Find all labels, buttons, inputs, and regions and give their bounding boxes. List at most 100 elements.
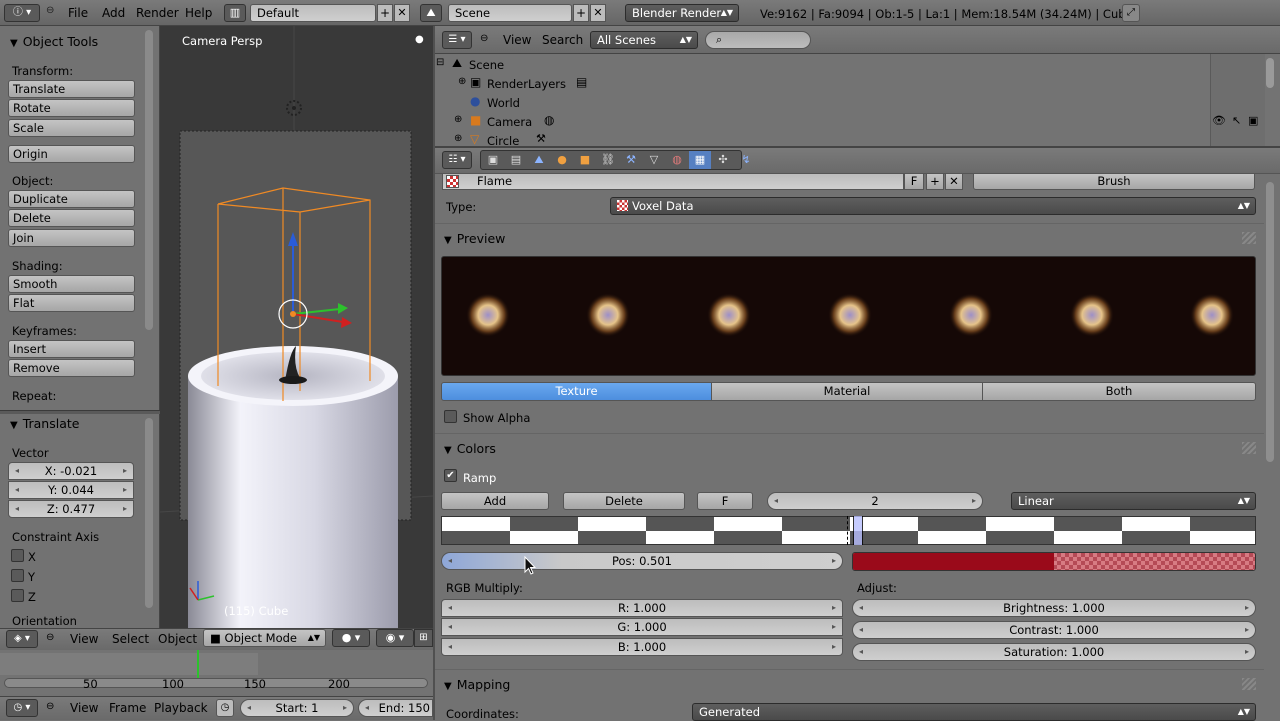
particles-tab-icon[interactable]: ✣ (712, 151, 734, 169)
render-layers-tab-icon[interactable]: ▤ (505, 151, 527, 169)
origin-button[interactable]: Origin (8, 145, 135, 163)
data-tab-icon[interactable]: ▽ (643, 151, 665, 169)
multiply-r-field[interactable]: ◂ R: 1.000 ▸ (441, 599, 843, 617)
outliner-row-camera[interactable]: ⊕ ■ Camera ◍ (436, 113, 1206, 131)
menu-add[interactable]: Add (102, 0, 125, 26)
screen-layout-icon[interactable]: ▥ (224, 4, 246, 22)
unlink-texture-icon[interactable]: ✕ (945, 174, 963, 190)
translate-button[interactable]: Translate (8, 80, 135, 98)
toolshelf-scrollbar[interactable] (145, 30, 153, 330)
rotate-button[interactable]: Rotate (8, 99, 135, 117)
brightness-field[interactable]: ◂ Brightness: 1.000 ▸ (852, 599, 1256, 617)
material-tab-icon[interactable]: ◍ (666, 151, 688, 169)
physics-tab-icon[interactable]: ↯ (735, 151, 757, 169)
insert-keyframe-button[interactable]: Insert (8, 340, 135, 358)
constraint-x-checkbox[interactable] (11, 549, 24, 562)
ramp-flip-button[interactable]: F (697, 492, 753, 510)
toggle-properties-icon[interactable]: ● (415, 34, 424, 45)
remove-scene-icon[interactable]: ✕ (590, 4, 606, 22)
delete-button[interactable]: Delete (8, 209, 135, 227)
timeline-scrollbar[interactable] (4, 678, 428, 688)
viewport-menu-select[interactable]: Select (112, 626, 149, 652)
viewport-editor-type-button[interactable]: ◈ ▾ (6, 630, 38, 648)
add-screen-icon[interactable]: + (377, 4, 393, 22)
pivot-point-button[interactable]: ◉ ▾ (376, 629, 414, 647)
viewport-shading-button[interactable]: ● ▾ (332, 629, 370, 647)
contrast-field[interactable]: ◂ Contrast: 1.000 ▸ (852, 621, 1256, 639)
expand-icon[interactable]: ⊕ (454, 133, 462, 144)
ramp-active-index-field[interactable]: ◂ 2 ▸ (767, 492, 983, 510)
outliner-menu-view[interactable]: View (503, 27, 531, 53)
fullscreen-icon[interactable]: ⤢ (1122, 4, 1140, 22)
panel-drag-handle-icon[interactable] (1242, 232, 1256, 244)
texture-datablock[interactable]: Flame (442, 174, 904, 190)
timeline-menu-playback[interactable]: Playback (154, 695, 208, 721)
viewport-collapse-icon[interactable]: ⊖ (46, 632, 54, 643)
vector-y-field[interactable]: ◂ Y: 0.044 ▸ (8, 481, 134, 499)
timeline-collapse-icon[interactable]: ⊖ (46, 701, 54, 712)
manipulator-button[interactable]: ⊞ (414, 629, 433, 647)
3d-viewport[interactable]: Camera Persp ● (115) Cube (160, 26, 433, 630)
ramp-add-button[interactable]: Add (441, 492, 549, 510)
area-split-vertical[interactable] (433, 26, 435, 720)
preview-range-icon[interactable]: ◷ (216, 699, 234, 717)
vector-z-field[interactable]: ◂ Z: 0.477 ▸ (8, 500, 134, 518)
brush-texture-button[interactable]: Brush (973, 174, 1255, 190)
visibility-eye-icon[interactable]: 👁 (1212, 114, 1226, 127)
multiply-g-field[interactable]: ◂ G: 1.000 ▸ (441, 618, 843, 636)
ramp-checkbox[interactable]: ✔ (444, 469, 457, 482)
mapping-panel-header[interactable]: ▼ Mapping (444, 677, 510, 692)
timeline-menu-view[interactable]: View (70, 695, 98, 721)
timeline-menu-frame[interactable]: Frame (109, 695, 146, 721)
outliner-row-world[interactable]: ● World (436, 94, 1206, 112)
scene-icon[interactable]: ⛰ (420, 4, 442, 22)
world-tab-icon[interactable]: ● (551, 151, 573, 169)
vector-x-field[interactable]: ◂ X: -0.021 ▸ (8, 462, 134, 480)
preview-tab-texture[interactable]: Texture (441, 382, 712, 401)
ramp-position-field[interactable]: ◂ Pos: 0.501 ▸ (441, 552, 843, 570)
outliner-editor-type-button[interactable]: ☰ ▾ (442, 31, 472, 49)
add-scene-icon[interactable]: + (573, 4, 589, 22)
panel-drag-handle-icon[interactable] (1242, 678, 1256, 690)
scale-button[interactable]: Scale (8, 119, 135, 137)
ramp-interpolation-dropdown[interactable]: Linear ▲▼ (1011, 492, 1256, 510)
operator-scrollbar[interactable] (145, 418, 153, 608)
texture-type-dropdown[interactable]: Voxel Data ▲▼ (610, 197, 1256, 215)
selectability-cursor-icon[interactable]: ↖ (1232, 114, 1241, 127)
outliner-menu-search[interactable]: Search (542, 27, 583, 53)
viewport-menu-object[interactable]: Object (158, 626, 197, 652)
ramp-delete-button[interactable]: Delete (563, 492, 685, 510)
fake-user-button[interactable]: F (904, 174, 924, 190)
start-frame-field[interactable]: ◂ Start: 1 ▸ (240, 699, 354, 717)
expand-icon[interactable]: ⊕ (454, 114, 462, 125)
preview-tab-both[interactable]: Both (982, 382, 1256, 401)
properties-editor-type-button[interactable]: ☷ ▾ (442, 151, 472, 169)
texture-tab-icon[interactable]: ▦ (689, 151, 711, 169)
ramp-stop-active[interactable] (853, 516, 863, 545)
ramp-stop-left[interactable] (847, 516, 850, 545)
renderability-camera-icon[interactable]: ▣ (1248, 114, 1258, 127)
end-frame-field[interactable]: ◂ End: 150 (358, 699, 433, 717)
menu-help[interactable]: Help (185, 0, 212, 26)
preview-panel-header[interactable]: ▼ Preview (444, 231, 505, 246)
properties-scrollbar[interactable] (1266, 182, 1274, 462)
menu-render[interactable]: Render (136, 0, 179, 26)
flat-button[interactable]: Flat (8, 294, 135, 312)
render-tab-icon[interactable]: ▣ (482, 151, 504, 169)
scene-field[interactable]: Scene (448, 4, 572, 22)
ramp-color-swatch[interactable] (852, 552, 1256, 571)
expand-icon[interactable]: ⊟ (436, 57, 444, 68)
preview-tab-material[interactable]: Material (711, 382, 983, 401)
modifiers-tab-icon[interactable]: ⚒ (620, 151, 642, 169)
editor-type-button[interactable]: ⓘ ▾ (4, 4, 40, 22)
remove-screen-icon[interactable]: ✕ (394, 4, 410, 22)
collapse-menu-icon[interactable]: ⊖ (46, 5, 54, 16)
object-tab-icon[interactable]: ■ (574, 151, 596, 169)
remove-keyframe-button[interactable]: Remove (8, 359, 135, 377)
outliner-scrollbar[interactable] (1266, 58, 1274, 88)
translate-operator-header[interactable]: ▼ Translate (10, 416, 79, 431)
render-engine-dropdown[interactable]: Blender Render ▲▼ (625, 4, 739, 22)
viewport-menu-view[interactable]: View (70, 626, 98, 652)
constraint-z-checkbox[interactable] (11, 589, 24, 602)
outliner-collapse-icon[interactable]: ⊖ (480, 33, 488, 44)
